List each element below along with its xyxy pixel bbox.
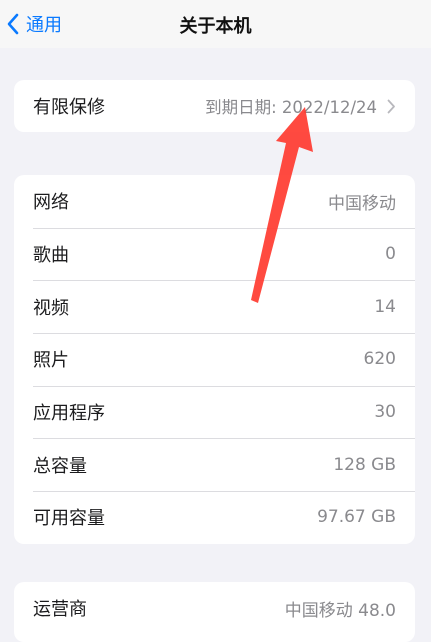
info-value: 0	[385, 244, 396, 265]
info-label: 总容量	[33, 455, 87, 477]
info-label: 可用容量	[33, 508, 105, 530]
info-label: 歌曲	[33, 245, 69, 267]
info-row-network: 网络 中国移动	[14, 175, 415, 228]
carrier-row[interactable]: 运营商 中国移动 48.0	[14, 582, 415, 635]
carrier-label: 运营商	[33, 599, 87, 621]
info-value: 97.67 GB	[317, 507, 396, 528]
info-value: 128 GB	[333, 454, 396, 475]
info-label: 视频	[33, 297, 69, 319]
navigation-bar: 通用 关于本机	[0, 0, 431, 48]
warranty-card: 有限保修 到期日期: 2022/12/24	[14, 80, 415, 132]
info-label: 照片	[33, 350, 69, 372]
chevron-right-icon	[387, 99, 395, 113]
info-value: 14	[374, 296, 396, 317]
info-row-songs: 歌曲 0	[14, 227, 415, 281]
info-row-photos: 照片 620	[14, 333, 415, 386]
info-row-capacity: 总容量 128 GB	[14, 438, 415, 491]
warranty-row[interactable]: 有限保修 到期日期: 2022/12/24	[14, 80, 415, 132]
info-value: 30	[374, 402, 396, 423]
warranty-label: 有限保修	[33, 97, 105, 118]
carrier-value: 中国移动 48.0	[284, 600, 396, 621]
warranty-expiry-value: 到期日期: 2022/12/24	[205, 98, 377, 117]
info-row-videos: 视频 14	[14, 280, 415, 333]
page-title: 关于本机	[179, 16, 252, 37]
info-label: 应用程序	[33, 403, 105, 425]
device-info-card: 网络 中国移动 歌曲 0 视频 14 照片 620 应用程序 30 总容量 12…	[14, 175, 415, 544]
carrier-card: 运营商 中国移动 48.0	[14, 582, 415, 642]
info-row-available: 可用容量 97.67 GB	[14, 491, 415, 544]
info-value: 中国移动	[328, 193, 396, 214]
info-label: 网络	[33, 192, 69, 214]
info-row-applications: 应用程序 30	[14, 385, 415, 439]
info-value: 620	[363, 349, 396, 370]
